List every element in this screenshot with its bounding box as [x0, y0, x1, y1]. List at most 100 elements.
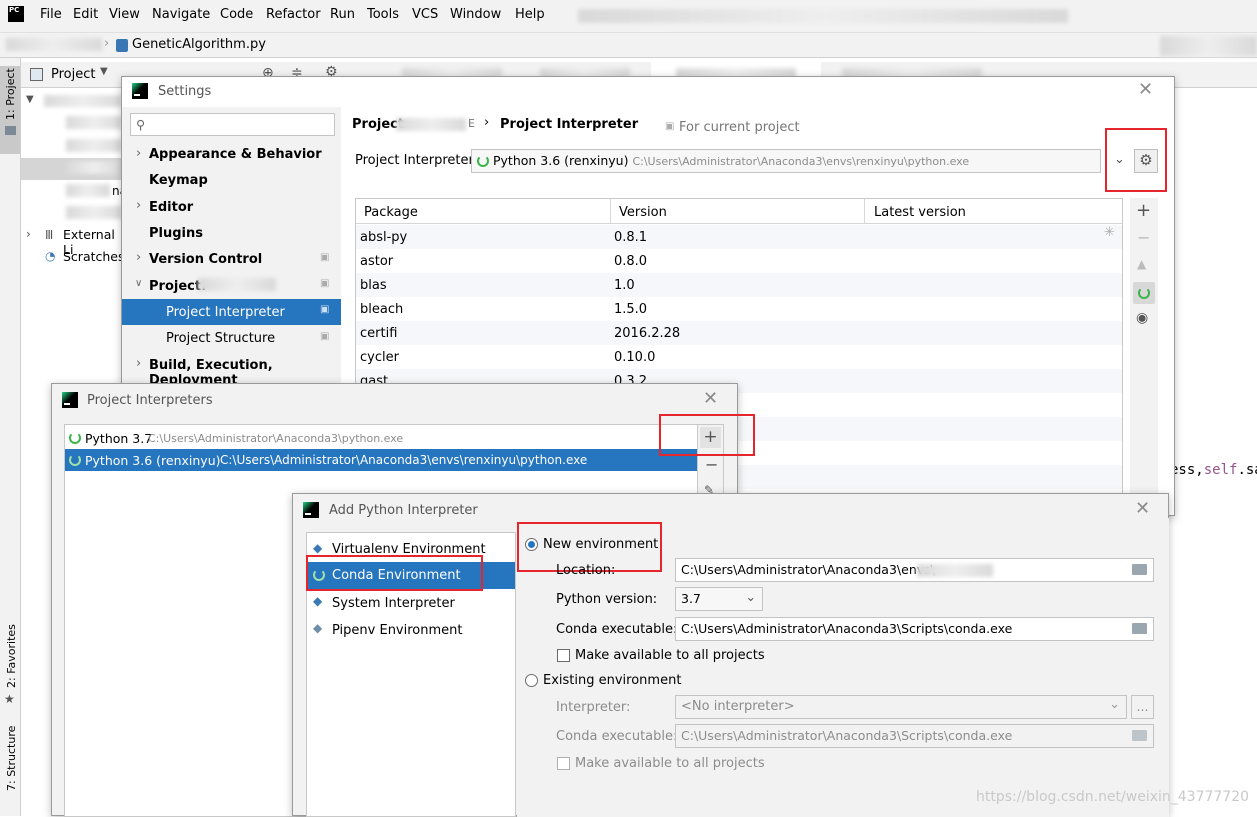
nav-appearance[interactable]: Appearance & Behavior — [149, 147, 322, 162]
python-version-select[interactable]: 3.7 ⌄ — [675, 587, 763, 611]
table-row[interactable]: cycler 0.10.0 — [356, 345, 1122, 369]
package-version: 1.5.0 — [614, 302, 648, 317]
breadcrumb-suffix: E — [468, 117, 475, 130]
expand-icon[interactable]: ▼ — [26, 94, 34, 105]
copy-icon: ▣ — [665, 121, 675, 132]
interpreter-label: Project Interpreter: — [355, 153, 479, 168]
interpreter-item-path: C:\Users\Administrator\Anaconda3\python.… — [148, 432, 404, 445]
interpreter-name: Python 3.6 (renxinyu) — [492, 153, 629, 168]
copy-icon: ▣ — [320, 278, 330, 289]
eye-icon[interactable]: ◉ — [1136, 310, 1148, 326]
conda-executable-value: C:\Users\Administrator\Anaconda3\Scripts… — [681, 621, 1013, 636]
column-header[interactable]: Package — [364, 205, 418, 220]
folder-icon[interactable] — [1132, 623, 1147, 634]
code-line: ess,self.sav — [1170, 462, 1257, 478]
chevron-right-icon[interactable]: › — [26, 227, 31, 241]
table-row[interactable]: absl-py 0.8.1 ✳ — [356, 225, 1122, 249]
menu-help[interactable]: Help — [515, 7, 545, 22]
menu-view[interactable]: View — [109, 7, 140, 22]
chevron-right-icon: › — [136, 250, 142, 265]
conda-form: New environment Location: C:\Users\Admin… — [517, 518, 1169, 817]
add-package-icon[interactable]: + — [1136, 200, 1151, 221]
close-icon[interactable]: ✕ — [1135, 498, 1150, 519]
table-row[interactable]: certifi 2016.2.28 — [356, 321, 1122, 345]
tree-item-scratches[interactable]: Scratches — [63, 249, 125, 264]
existing-make-available-checkbox[interactable] — [557, 757, 570, 770]
existing-interpreter-select[interactable]: <No interpreter> ⌄ — [675, 695, 1127, 719]
star-icon: ★ — [4, 692, 15, 706]
table-header: Package Version Latest version — [356, 199, 1122, 224]
table-row[interactable]: blas 1.0 — [356, 273, 1122, 297]
nav-version-control[interactable]: Version Control — [149, 252, 262, 267]
nav-file[interactable]: GeneticAlgorithm.py — [132, 37, 266, 52]
column-header[interactable]: Version — [619, 205, 667, 220]
menu-vcs[interactable]: VCS — [412, 7, 438, 22]
close-icon[interactable]: ✕ — [703, 388, 718, 409]
copy-icon: ▣ — [320, 252, 330, 263]
nav-plugins[interactable]: Plugins — [149, 226, 203, 241]
nav-project-interpreter[interactable]: Project Interpreter — [166, 305, 285, 320]
list-item-selected[interactable]: Python 3.6 (renxinyu) C:\Users\Administr… — [65, 449, 697, 471]
existing-environment-label[interactable]: Existing environment — [543, 673, 681, 688]
interpreter-select[interactable]: Python 3.6 (renxinyu) C:\Users\Administr… — [471, 149, 1101, 173]
type-label: Pipenv Environment — [332, 623, 463, 638]
location-input[interactable]: C:\Users\Administrator\Anaconda3\envs\ — [675, 558, 1154, 582]
menu-file[interactable]: File — [40, 7, 62, 22]
package-version: 0.8.1 — [614, 230, 648, 245]
structure-tool-tab[interactable]: 7: Structure — [5, 726, 18, 791]
menu-run[interactable]: Run — [330, 7, 355, 22]
copy-icon: ▣ — [320, 331, 330, 342]
folder-icon[interactable] — [1132, 564, 1147, 575]
python-file-icon — [116, 39, 128, 52]
blurred-tree-item — [66, 116, 122, 129]
highlight-box — [659, 414, 755, 456]
menu-edit[interactable]: Edit — [73, 7, 98, 22]
dropdown-arrow-icon[interactable]: ▼ — [100, 66, 108, 77]
location-label: Location: — [556, 563, 616, 578]
column-header[interactable]: Latest version — [874, 205, 966, 220]
chevron-down-icon: ⌄ — [745, 589, 756, 604]
existing-conda-input[interactable]: C:\Users\Administrator\Anaconda3\Scripts… — [675, 724, 1154, 748]
package-toolbar: + − ▲ ◉ — [1130, 198, 1158, 516]
python-version-value: 3.7 — [681, 591, 701, 606]
menu-navigate[interactable]: Navigate — [152, 7, 210, 22]
browse-interpreter-button[interactable]: ... — [1131, 695, 1154, 719]
upgrade-icon[interactable]: ▲ — [1137, 257, 1146, 271]
menu-code[interactable]: Code — [220, 7, 253, 22]
list-item[interactable]: Python 3.7 C:\Users\Administrator\Anacon… — [65, 427, 697, 449]
project-panel-title[interactable]: Project — [51, 67, 95, 82]
menu-refactor[interactable]: Refactor — [266, 7, 321, 22]
menu-tools[interactable]: Tools — [367, 7, 399, 22]
copy-icon: ▣ — [320, 304, 330, 315]
conda-executable-input[interactable]: C:\Users\Administrator\Anaconda3\Scripts… — [675, 617, 1154, 641]
nav-editor[interactable]: Editor — [149, 200, 193, 215]
type-pipenv[interactable]: ◆ Pipenv Environment — [307, 617, 515, 643]
conda-icon — [69, 432, 81, 444]
existing-environment-radio[interactable] — [525, 674, 538, 687]
search-icon: ⚲ — [136, 117, 146, 132]
make-available-checkbox[interactable] — [557, 649, 570, 662]
nav-project-structure[interactable]: Project Structure — [166, 331, 275, 346]
close-icon[interactable]: ✕ — [1138, 79, 1153, 100]
table-row[interactable]: astor 0.8.0 — [356, 249, 1122, 273]
left-tool-strip: 1: Project 2: Favorites ★ 7: Structure — [0, 58, 21, 816]
favorites-tool-tab[interactable]: 2: Favorites — [5, 624, 18, 688]
settings-search-input[interactable]: ⚲ — [130, 113, 335, 136]
blurred-tree-item — [66, 206, 122, 219]
pipenv-icon: ◆ — [313, 621, 323, 635]
table-row[interactable]: bleach 1.5.0 — [356, 297, 1122, 321]
type-label: System Interpreter — [332, 596, 455, 611]
nav-keymap[interactable]: Keymap — [149, 173, 208, 188]
library-icon: Ⅲ — [45, 228, 54, 242]
chevron-right-icon: › — [136, 198, 142, 213]
type-system[interactable]: ◆ System Interpreter — [307, 590, 515, 616]
blurred-path — [6, 38, 102, 51]
make-available-label[interactable]: Make available to all projects — [575, 648, 765, 663]
add-python-interpreter-dialog: Add Python Interpreter ✕ ◆ Virtualenv En… — [292, 493, 1169, 817]
folder-icon[interactable] — [1132, 730, 1147, 741]
project-tool-tab[interactable]: 1: Project — [4, 68, 17, 120]
menu-window[interactable]: Window — [450, 7, 501, 22]
existing-make-available-label[interactable]: Make available to all projects — [575, 756, 765, 771]
remove-package-icon[interactable]: − — [1137, 228, 1150, 247]
remove-interpreter-button[interactable]: − — [705, 455, 718, 474]
